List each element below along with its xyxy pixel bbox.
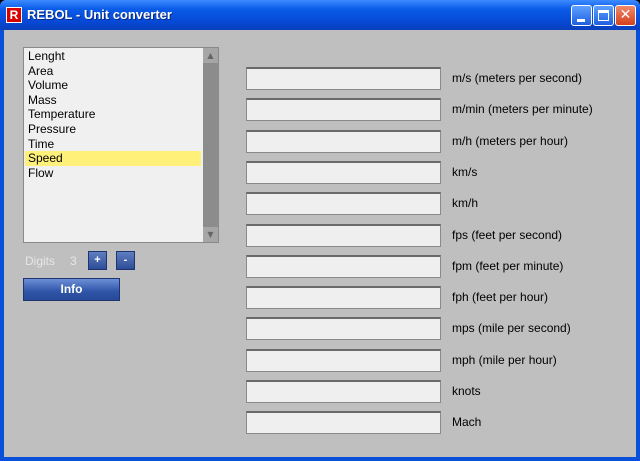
unit-label: km/s — [452, 164, 478, 179]
category-item-flow[interactable]: Flow — [25, 166, 201, 181]
digits-decrease-button[interactable]: - — [116, 251, 135, 270]
unit-value-field[interactable] — [246, 380, 441, 403]
unit-label: knots — [452, 384, 481, 398]
digits-increase-button[interactable]: + — [88, 251, 107, 270]
rebol-app-icon: R — [6, 7, 22, 23]
info-button[interactable]: Info — [23, 278, 120, 301]
unit-value-field[interactable] — [246, 223, 441, 247]
unit-label: fpm (feet per minute) — [452, 258, 564, 273]
window-client-area: Lenght Area Volume Mass Temperature Pressure T… — [4, 30, 636, 457]
category-list[interactable]: Lenght Area Volume Mass Temperature Pressure T… — [23, 47, 219, 243]
list-scrollbar[interactable]: ▲ ▼ — [203, 48, 218, 242]
category-item-mass[interactable]: Mass — [25, 93, 201, 108]
maximize-button[interactable] — [593, 5, 614, 26]
window-title: REBOL - Unit converter — [27, 7, 172, 22]
minimize-icon — [577, 19, 585, 22]
category-item-temperature[interactable]: Temperature — [25, 107, 201, 122]
unit-value-field[interactable] — [246, 286, 441, 310]
unit-label: Mach — [452, 415, 482, 430]
unit-value-field[interactable] — [246, 67, 441, 90]
unit-value-field[interactable] — [246, 254, 441, 278]
app-window: R REBOL - Unit converter ✕ Lenght Area Vol… — [0, 0, 640, 461]
unit-value-field[interactable] — [246, 98, 441, 122]
unit-value-field[interactable] — [246, 129, 441, 153]
category-item-speed[interactable]: Speed — [25, 151, 201, 167]
digits-value: 3 — [70, 254, 77, 268]
maximize-icon — [598, 10, 609, 21]
category-item-time[interactable]: Time — [25, 137, 201, 152]
unit-value-field[interactable] — [246, 411, 441, 435]
unit-value-field[interactable] — [246, 317, 441, 341]
unit-label: km/h — [452, 196, 479, 211]
minimize-button[interactable] — [571, 5, 592, 26]
category-item-volume[interactable]: Volume — [25, 78, 201, 93]
digits-label: Digits — [25, 254, 56, 268]
unit-value-field[interactable] — [246, 160, 441, 184]
unit-label: fps (feet per second) — [452, 227, 563, 242]
unit-label: m/s (meters per second) — [452, 71, 583, 85]
title-bar[interactable]: R REBOL - Unit converter ✕ — [0, 0, 640, 30]
category-item-lenght[interactable]: Lenght — [25, 49, 201, 64]
category-item-area[interactable]: Area — [25, 64, 201, 79]
unit-label: m/h (meters per hour) — [452, 133, 569, 148]
unit-label: fph (feet per hour) — [452, 290, 549, 305]
close-icon: ✕ — [619, 7, 632, 23]
unit-label: mph (mile per hour) — [452, 352, 557, 367]
unit-value-field[interactable] — [246, 348, 441, 372]
unit-value-field[interactable] — [246, 192, 441, 216]
unit-label: mps (mile per second) — [452, 321, 571, 336]
unit-label: m/min (meters per minute) — [452, 102, 593, 117]
category-item-pressure[interactable]: Pressure — [25, 122, 201, 137]
close-button[interactable]: ✕ — [615, 5, 636, 26]
scroll-down-arrow-icon[interactable]: ▼ — [203, 227, 218, 242]
scroll-up-arrow-icon[interactable]: ▲ — [203, 48, 218, 63]
